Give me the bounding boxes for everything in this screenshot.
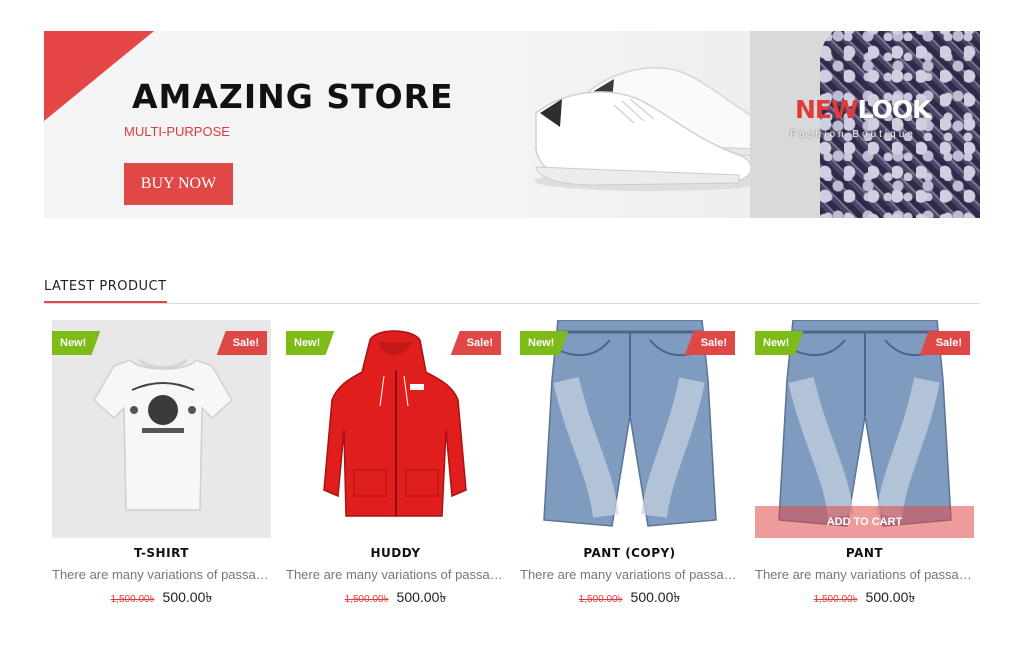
newlook-logo: NEWLOOK: [795, 95, 931, 124]
product-price: 1,500.00৳ 500.00৳: [286, 586, 505, 610]
product-image-tshirt[interactable]: New! Sale!: [52, 320, 271, 538]
product-grid: New! Sale! T-SHIRT There are many variat…: [52, 320, 974, 610]
section-title: LATEST PRODUCT: [44, 279, 167, 303]
banner-subtitle: MULTI-PURPOSE: [124, 124, 230, 139]
product-image-huddy[interactable]: New! Sale!: [286, 320, 505, 538]
old-price: 1,500.00৳: [813, 594, 858, 605]
product-price: 1,500.00৳ 500.00৳: [755, 586, 974, 610]
current-price: 500.00৳: [396, 589, 447, 605]
old-price: 1,500.00৳: [344, 594, 389, 605]
product-description: There are many variations of passage...: [755, 567, 974, 582]
product-image-pant[interactable]: New! Sale! ADD TO CART: [755, 320, 974, 538]
current-price: 500.00৳: [630, 589, 681, 605]
logo-look-text: LOOK: [857, 95, 932, 124]
product-name[interactable]: HUDDY: [286, 546, 505, 560]
banner-title: AMAZING STORE: [132, 77, 454, 116]
product-card-pant-copy[interactable]: New! Sale! PANT (COPY) There are many va…: [520, 320, 739, 610]
product-description: There are many variations of passage...: [52, 567, 271, 582]
section-header: LATEST PRODUCT: [44, 279, 980, 304]
add-to-cart-button[interactable]: ADD TO CART: [755, 506, 974, 538]
logo-new-text: NEW: [795, 95, 859, 124]
buy-now-button[interactable]: BUY NOW: [124, 163, 233, 205]
product-card-huddy[interactable]: New! Sale! HUDDY There are many variatio…: [286, 320, 505, 610]
product-price: 1,500.00৳ 500.00৳: [52, 586, 271, 610]
hero-banner: AMAZING STORE MULTI-PURPOSE BUY NOW NEWL…: [44, 31, 980, 218]
product-price: 1,500.00৳ 500.00৳: [520, 586, 739, 610]
product-name[interactable]: PANT (COPY): [520, 546, 739, 560]
product-card-pant[interactable]: New! Sale! ADD TO CART PANT There are ma…: [755, 320, 974, 610]
product-name[interactable]: PANT: [755, 546, 974, 560]
current-price: 500.00৳: [865, 589, 916, 605]
old-price: 1,500.00৳: [110, 594, 155, 605]
logo-tagline: Fashion Boutique: [790, 129, 916, 140]
product-image-pant-copy[interactable]: New! Sale!: [520, 320, 739, 538]
current-price: 500.00৳: [162, 589, 213, 605]
product-description: There are many variations of passage...: [286, 567, 505, 582]
product-card-tshirt[interactable]: New! Sale! T-SHIRT There are many variat…: [52, 320, 271, 610]
product-description: There are many variations of passage...: [520, 567, 739, 582]
fashion-pattern-decoration: [820, 31, 980, 218]
product-name[interactable]: T-SHIRT: [52, 546, 271, 560]
fashion-boutique-image: NEWLOOK Fashion Boutique: [750, 31, 980, 218]
old-price: 1,500.00৳: [578, 594, 623, 605]
